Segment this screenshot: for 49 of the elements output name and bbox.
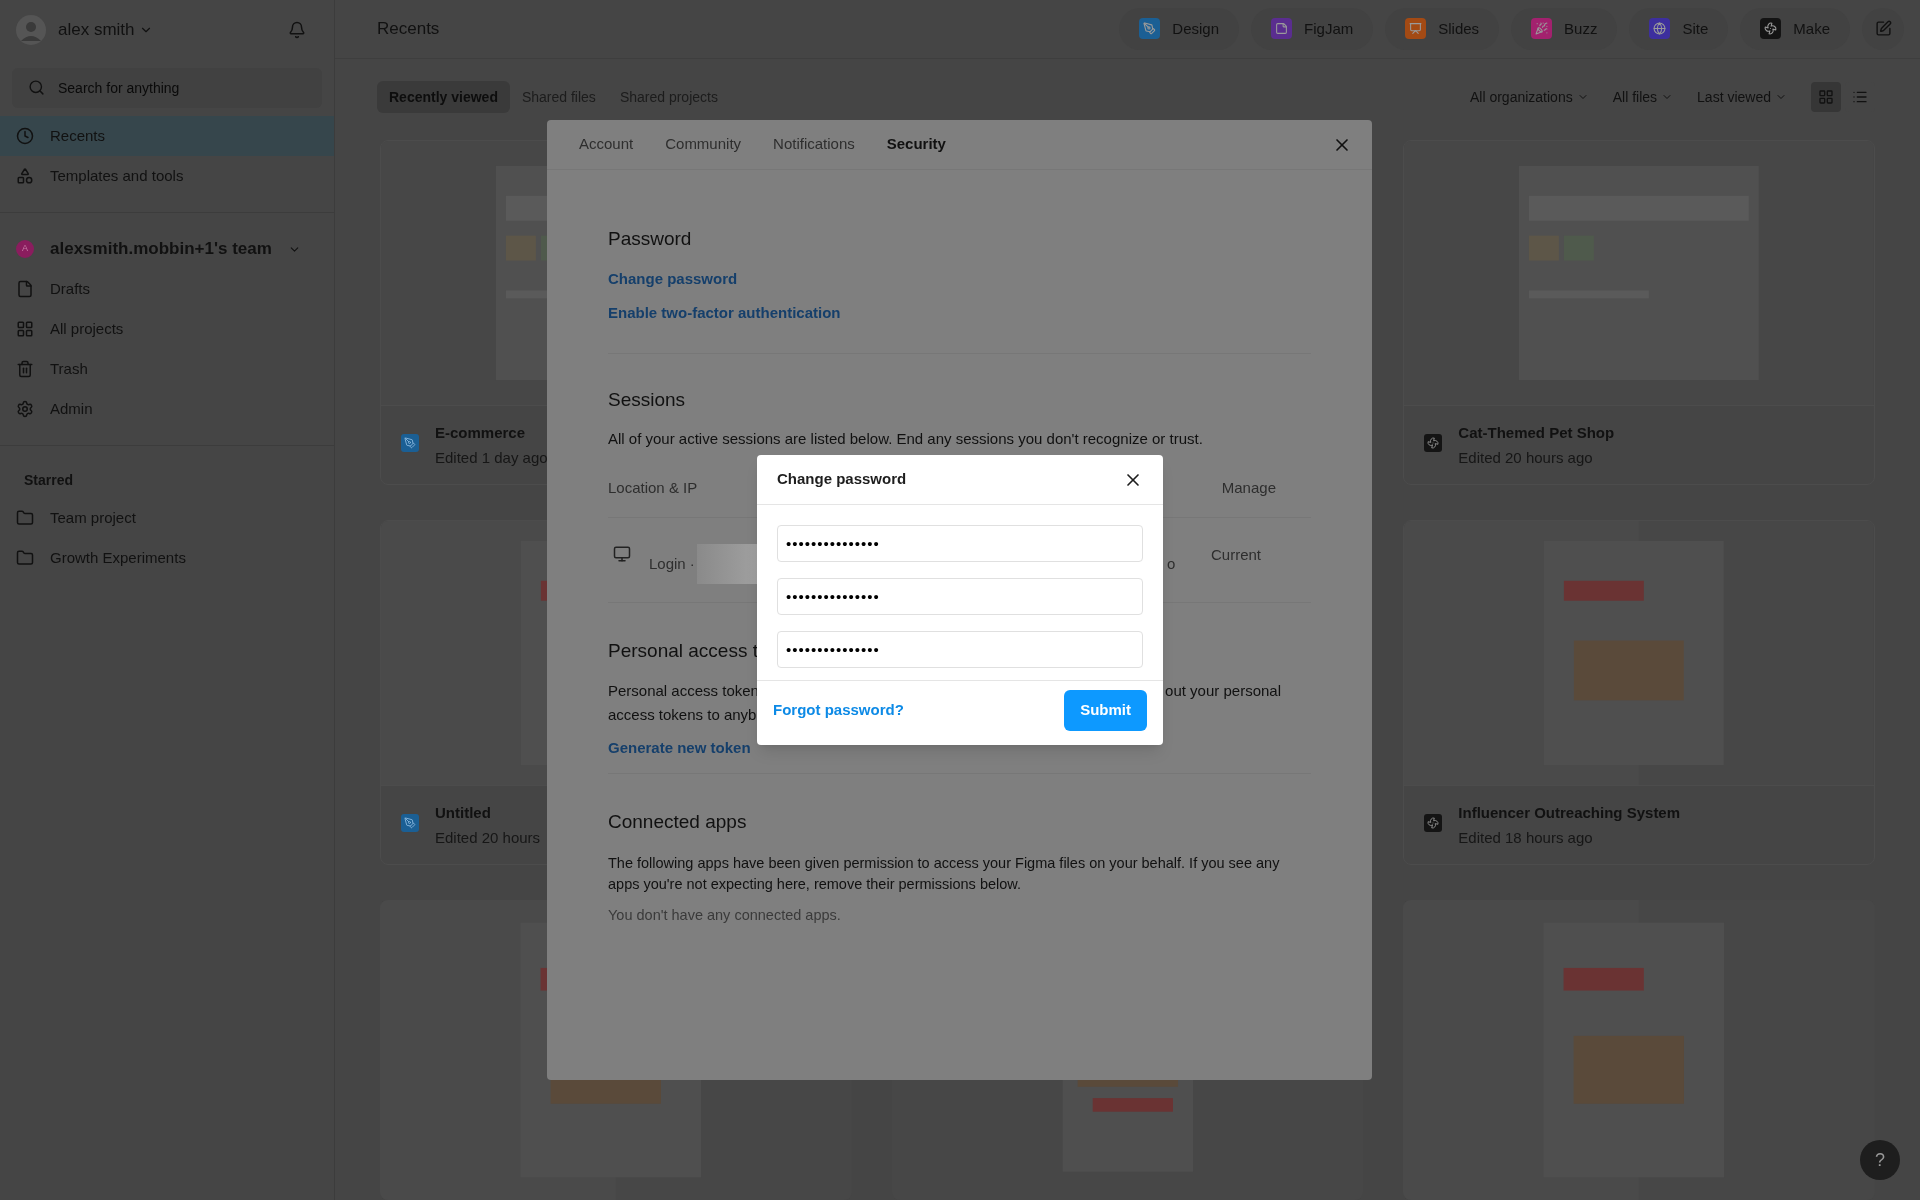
forgot-password-link[interactable]: Forgot password? — [773, 699, 904, 722]
settings-tab[interactable]: Notifications — [761, 133, 867, 156]
grid-icon — [1818, 89, 1834, 106]
empty-state-text: You don't have any connected apps. — [608, 905, 841, 925]
grid-icon — [16, 320, 34, 338]
password-field[interactable]: ••••••••••••••• — [777, 578, 1143, 615]
folder-icon — [16, 549, 34, 567]
section-heading: Connected apps — [608, 810, 747, 834]
avatar — [16, 15, 46, 45]
pen-icon — [401, 814, 419, 832]
shapes-icon — [16, 167, 34, 185]
folder-icon — [16, 509, 34, 527]
blurred-text — [696, 544, 757, 584]
column-header: Location & IP — [608, 477, 698, 498]
password-field[interactable]: ••••••••••••••• — [777, 631, 1143, 668]
settings-icon — [16, 400, 34, 418]
password-field[interactable]: ••••••••••••••• — [777, 525, 1143, 562]
notifications-bell-icon[interactable] — [288, 21, 306, 39]
settings-tab[interactable]: Account — [567, 133, 646, 156]
session-status: Current — [1210, 544, 1261, 565]
help-button[interactable]: ? — [1860, 1140, 1900, 1180]
tokens-description: access tokens to anyb — [608, 705, 757, 725]
trash-icon — [16, 360, 34, 378]
submit-button[interactable]: Submit — [1064, 690, 1147, 731]
team-avatar: A — [16, 240, 34, 258]
fan-icon — [1424, 814, 1443, 832]
section-heading: Password — [608, 227, 692, 251]
settings-tab[interactable]: Community — [653, 133, 754, 156]
pen-icon — [401, 434, 419, 452]
edit-icon — [1874, 20, 1892, 38]
sidebar-item[interactable]: Recents — [0, 116, 334, 156]
generate-token-link[interactable]: Generate new token — [608, 736, 751, 759]
sessions-description: All of your active sessions are listed below. End any sessions you don't recognize or trust. — [608, 429, 1203, 449]
section-heading: Sessions — [608, 387, 686, 412]
dialog-title: Change password — [777, 469, 907, 490]
clock-icon — [16, 127, 34, 145]
search-icon — [28, 79, 45, 96]
apps-description: The following apps have been given permission to access your Figma files on your behalf. If you see any apps you're not expecting here, remove their permissions below. — [608, 853, 1281, 894]
settings-link[interactable]: Change password — [608, 267, 738, 290]
monitor-icon — [613, 545, 631, 563]
column-header: Manage — [1221, 477, 1276, 498]
session-login: Login · — [649, 553, 695, 574]
tokens-description: out your personal — [1165, 680, 1281, 701]
file-icon — [16, 280, 34, 298]
fan-icon — [1424, 434, 1443, 452]
settings-tab[interactable]: Security — [874, 133, 958, 156]
grid-view-button[interactable] — [1811, 82, 1841, 113]
session-detail: o — [1166, 553, 1176, 574]
settings-link[interactable]: Enable two-factor authentication — [608, 302, 841, 325]
